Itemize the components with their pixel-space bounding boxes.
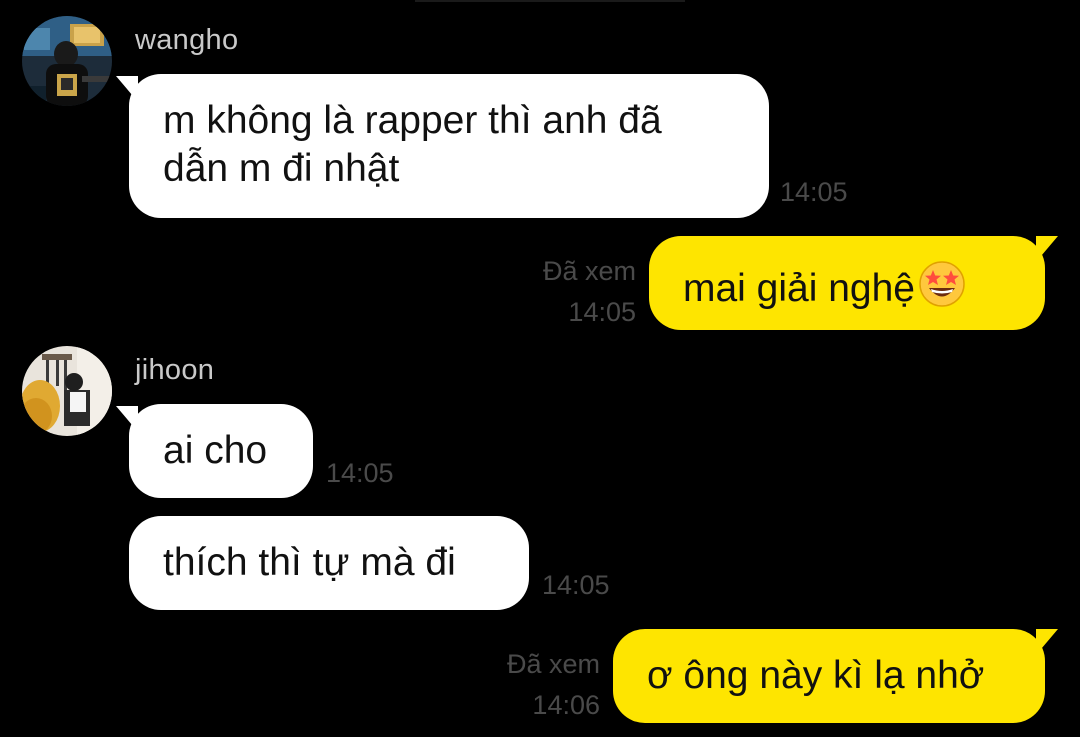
jihoon-avatar-photo <box>22 346 112 436</box>
sender-name-jihoon: jihoon <box>135 354 215 386</box>
message-time: 14:05 <box>326 458 394 488</box>
message-bubble-jihoon-2[interactable]: thích thì tự mà đi <box>129 516 529 610</box>
wangho-avatar-photo <box>22 16 112 106</box>
message-text: ai cho <box>163 429 268 472</box>
top-divider <box>415 0 685 2</box>
message-meta-outgoing-2: Đã xem 14:06 <box>484 644 600 726</box>
message-time: 14:05 <box>542 570 610 600</box>
message-time: 14:06 <box>532 690 600 720</box>
message-bubble-outgoing-2[interactable]: ơ ông này kì lạ nhở <box>613 629 1045 723</box>
message-text: mai giải nghệ <box>683 267 915 310</box>
message-bubble-outgoing-1[interactable]: mai giải nghệ <box>649 236 1045 330</box>
message-time: 14:05 <box>568 297 636 327</box>
jihoon-avatar[interactable] <box>22 346 112 436</box>
bubble-tail <box>1036 629 1058 655</box>
message-text-line: m không là rapper thì anh đã <box>163 99 662 142</box>
star-struck-emoji-icon <box>919 261 965 307</box>
message-bubble-wangho-1[interactable]: m không là rapper thì anh đã dẫn m đi nh… <box>129 74 769 218</box>
message-bubble-jihoon-1[interactable]: ai cho <box>129 404 313 498</box>
message-meta-outgoing-1: Đã xem 14:05 <box>520 251 636 333</box>
sender-name-wangho: wangho <box>135 24 239 56</box>
message-time: 14:05 <box>780 177 848 207</box>
wangho-avatar[interactable] <box>22 16 112 106</box>
read-status: Đã xem <box>542 256 636 286</box>
message-text: thích thì tự mà đi <box>163 541 456 584</box>
bubble-tail <box>1036 236 1058 262</box>
message-text: ơ ông này kì lạ nhở <box>647 654 985 697</box>
read-status: Đã xem <box>506 649 600 679</box>
message-text-line: dẫn m đi nhật <box>163 147 400 190</box>
